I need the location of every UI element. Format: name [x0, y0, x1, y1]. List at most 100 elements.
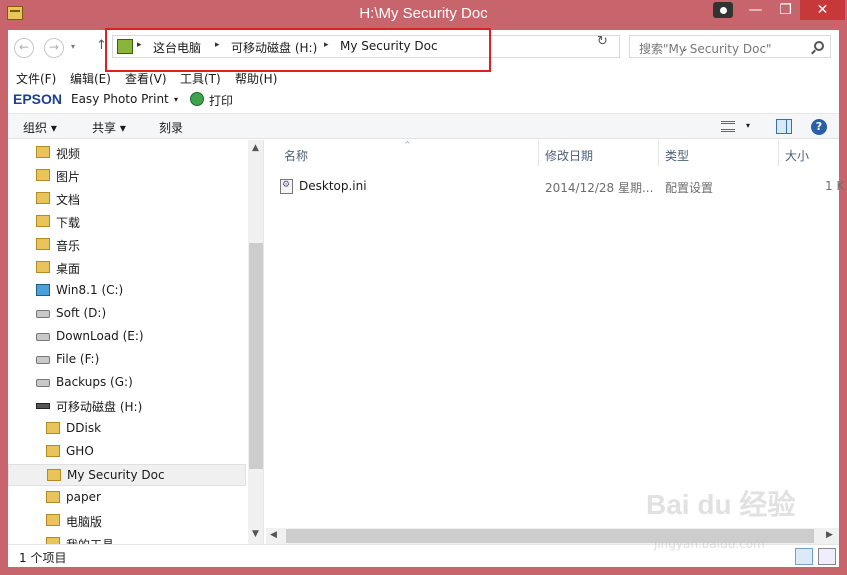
- burn-button[interactable]: 刻录: [159, 119, 183, 136]
- sort-ascending-icon: ^: [404, 140, 411, 149]
- share-button[interactable]: 共享 ▾: [92, 119, 126, 136]
- tree-item-label: 音乐: [56, 239, 81, 253]
- file-size: 1 K: [825, 179, 845, 193]
- tree-item-drive-f[interactable]: File (F:): [30, 349, 263, 371]
- settings-file-icon: [280, 179, 293, 194]
- scroll-up-icon[interactable]: ▲: [252, 143, 259, 153]
- tree-item-paper[interactable]: paper: [40, 487, 263, 509]
- minimize-button[interactable]: —: [742, 0, 769, 20]
- navigation-scrollbar[interactable]: ▲ ▼: [248, 140, 263, 544]
- details-view-icon[interactable]: [795, 548, 813, 565]
- folder-icon: [36, 169, 50, 181]
- column-header-type[interactable]: 类型: [665, 147, 689, 164]
- view-options-icon[interactable]: [721, 121, 735, 132]
- folder-icon: [46, 445, 60, 457]
- tree-item-desktop[interactable]: 桌面: [30, 257, 263, 279]
- watermark-logo: Bai du 经验: [646, 489, 796, 520]
- desktop-folder-icon: [36, 261, 50, 273]
- epson-app-selector[interactable]: Easy Photo Print: [71, 92, 169, 106]
- folder-icon: [46, 514, 60, 526]
- download-folder-icon: [36, 215, 50, 227]
- highlight-annotation: [105, 28, 491, 72]
- menu-edit[interactable]: 编辑(E): [70, 70, 111, 87]
- tree-item-label: Win8.1 (C:): [56, 283, 124, 297]
- tree-item-label: GHO: [66, 444, 94, 458]
- drive-icon: [36, 310, 50, 318]
- folder-icon: [46, 491, 60, 503]
- large-icons-view-icon[interactable]: [818, 548, 836, 565]
- close-button[interactable]: ✕: [800, 0, 845, 20]
- tree-item-my-tools[interactable]: 我的工具: [40, 533, 263, 544]
- epson-logo: EPSON: [13, 91, 63, 107]
- scroll-right-icon[interactable]: ▶: [826, 530, 833, 540]
- system-drive-icon: [36, 284, 50, 296]
- column-divider[interactable]: [658, 140, 659, 166]
- menu-file[interactable]: 文件(F): [16, 70, 56, 87]
- tree-item-music[interactable]: 音乐: [30, 234, 263, 256]
- navigation-pane[interactable]: 视频 图片 文档 下载 音乐 桌面 Win8.1 (C:) Soft (D:) …: [8, 140, 264, 544]
- scrollbar-thumb[interactable]: [249, 243, 263, 469]
- file-type: 配置设置: [665, 181, 714, 195]
- title-bar[interactable]: H:\My Security Doc — ❐ ✕: [0, 0, 847, 30]
- help-icon[interactable]: ?: [811, 119, 827, 135]
- music-folder-icon: [36, 238, 50, 250]
- tree-item-label: paper: [66, 490, 101, 504]
- tree-item-label: DownLoad (E:): [56, 329, 144, 343]
- preview-pane-icon[interactable]: [776, 119, 792, 134]
- tree-item-drive-d[interactable]: Soft (D:): [30, 303, 263, 325]
- epson-dropdown-icon[interactable]: ▾: [174, 95, 178, 104]
- column-header-modified[interactable]: 修改日期: [545, 147, 593, 164]
- tree-item-downloads[interactable]: 下载: [30, 211, 263, 233]
- menu-tools[interactable]: 工具(T): [180, 70, 221, 87]
- tree-item-drive-g[interactable]: Backups (G:): [30, 372, 263, 394]
- item-count: 1 个项目: [19, 551, 67, 565]
- tree-item-drive-c[interactable]: Win8.1 (C:): [30, 280, 263, 302]
- column-header-name[interactable]: 名称: [284, 147, 308, 164]
- drive-icon: [36, 356, 50, 364]
- folder-icon: [36, 192, 50, 204]
- print-button[interactable]: 打印: [209, 92, 233, 109]
- forward-button[interactable]: →: [44, 38, 64, 58]
- scroll-down-icon[interactable]: ▼: [252, 529, 259, 539]
- tree-item-drive-h[interactable]: 可移动磁盘 (H:): [30, 395, 263, 417]
- command-bar: 组织 ▾ 共享 ▾ 刻录 ▾ ?: [8, 113, 839, 139]
- print-icon[interactable]: [190, 92, 204, 106]
- file-modified: 2014/12/28 星期...: [545, 181, 654, 195]
- organize-button[interactable]: 组织 ▾: [23, 119, 57, 136]
- tree-item-label: DDisk: [66, 421, 102, 435]
- tree-item-drive-e[interactable]: DownLoad (E:): [30, 326, 263, 348]
- column-divider[interactable]: [538, 140, 539, 166]
- camera-icon[interactable]: [713, 2, 733, 18]
- tree-item-my-security-doc[interactable]: My Security Doc: [8, 464, 246, 486]
- view-dropdown-icon[interactable]: ▾: [746, 121, 750, 130]
- recent-locations-dropdown[interactable]: ▾: [71, 42, 75, 51]
- tree-item-pc-version[interactable]: 电脑版: [40, 510, 263, 532]
- drive-icon: [36, 379, 50, 387]
- folder-icon: [46, 537, 60, 544]
- tree-item-gho[interactable]: GHO: [40, 441, 263, 463]
- tree-item-documents[interactable]: 文档: [30, 188, 263, 210]
- search-input[interactable]: 搜索"My Security Doc": [629, 35, 831, 58]
- tree-item-ddisk[interactable]: DDisk: [40, 418, 263, 440]
- tree-item-label: 桌面: [56, 262, 81, 276]
- search-icon[interactable]: [814, 41, 824, 51]
- column-divider[interactable]: [778, 140, 779, 166]
- menu-help[interactable]: 帮助(H): [235, 70, 277, 87]
- tree-item-label: 文档: [56, 193, 81, 207]
- refresh-button[interactable]: ↻: [597, 34, 608, 49]
- tree-item-pictures[interactable]: 图片: [30, 165, 263, 187]
- menu-view[interactable]: 查看(V): [125, 70, 167, 87]
- tree-item-videos[interactable]: 视频: [30, 142, 263, 164]
- scroll-left-icon[interactable]: ◀: [270, 530, 277, 540]
- column-header-size[interactable]: 大小: [785, 147, 809, 164]
- back-button[interactable]: ←: [14, 38, 34, 58]
- file-row[interactable]: Desktop.ini 2014/12/28 星期... 配置设置 1 K: [280, 176, 844, 198]
- maximize-button[interactable]: ❐: [772, 0, 799, 20]
- search-placeholder: 搜索"My Security Doc": [639, 42, 772, 56]
- tree-item-label: Soft (D:): [56, 306, 107, 320]
- file-name: Desktop.ini: [299, 179, 367, 193]
- tree-item-label: 我的工具: [66, 536, 114, 544]
- explorer-window: H:\My Security Doc — ❐ ✕ ← → ▾ ↑ ▸ 这台电脑 …: [0, 0, 847, 575]
- drive-icon: [36, 333, 50, 341]
- tree-item-label: 视频: [56, 147, 81, 161]
